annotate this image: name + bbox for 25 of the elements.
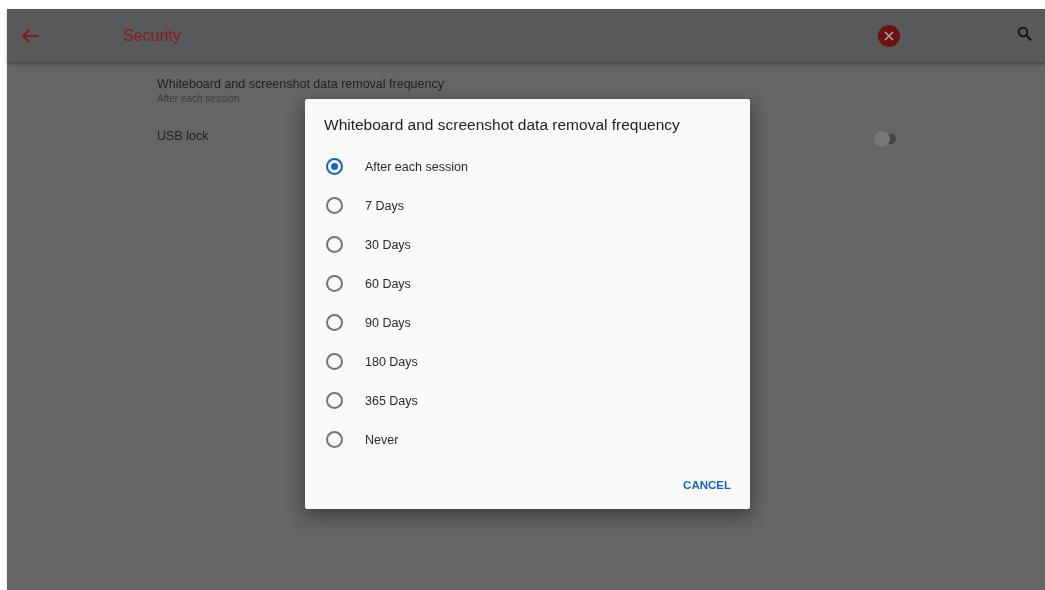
radio-option[interactable]: 90 Days bbox=[305, 303, 750, 342]
cancel-button[interactable]: CANCEL bbox=[683, 475, 731, 495]
radio-option[interactable]: 30 Days bbox=[305, 225, 750, 264]
radio-option[interactable]: 365 Days bbox=[305, 381, 750, 420]
radio-option[interactable]: 60 Days bbox=[305, 264, 750, 303]
radio-button[interactable] bbox=[326, 197, 343, 214]
dialog-title: Whiteboard and screenshot data removal frequency bbox=[324, 116, 681, 134]
radio-option[interactable]: 7 Days bbox=[305, 186, 750, 225]
radio-button[interactable] bbox=[326, 314, 343, 331]
radio-option[interactable]: 180 Days bbox=[305, 342, 750, 381]
page-title: Security bbox=[123, 26, 182, 45]
search-icon bbox=[1017, 25, 1033, 42]
radio-button[interactable] bbox=[326, 236, 343, 253]
close-button[interactable] bbox=[877, 23, 901, 48]
setting-title: USB lock bbox=[157, 128, 210, 144]
radio-option[interactable]: After each session bbox=[305, 147, 750, 186]
toggle-switch[interactable] bbox=[874, 131, 898, 147]
radio-button[interactable] bbox=[326, 158, 343, 175]
radio-button[interactable] bbox=[326, 392, 343, 409]
close-icon bbox=[877, 23, 901, 48]
setting-title: Whiteboard and screenshot data removal frequency bbox=[157, 76, 445, 92]
radio-option[interactable]: Never bbox=[305, 420, 750, 459]
radio-button[interactable] bbox=[326, 353, 343, 370]
radio-button[interactable] bbox=[326, 431, 343, 448]
radio-button[interactable] bbox=[326, 275, 343, 292]
